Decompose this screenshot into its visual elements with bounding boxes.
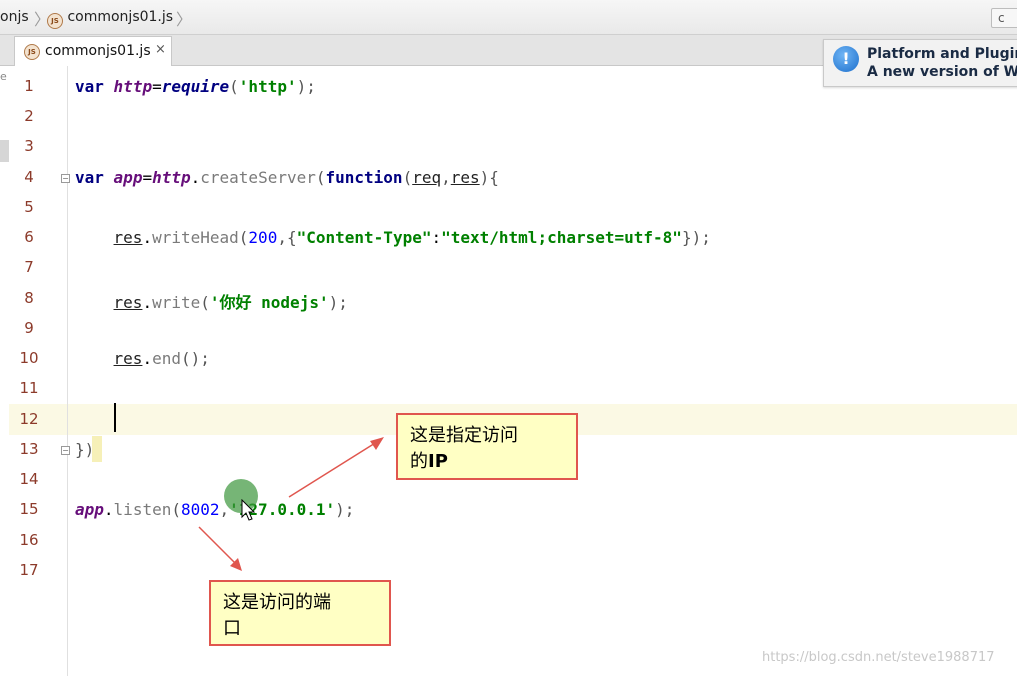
ip-annotation: 这是指定访问 的IP bbox=[396, 413, 578, 480]
port-annotation-line2: 口 bbox=[223, 618, 241, 639]
annotation-arrows bbox=[198, 437, 384, 571]
watermark: https://blog.csdn.net/steve1988717 bbox=[762, 650, 995, 665]
ip-annotation-line1: 这是指定访问 bbox=[410, 425, 518, 446]
port-annotation: 这是访问的端 口 bbox=[209, 580, 391, 646]
mouse-pointer-icon bbox=[241, 499, 256, 521]
port-annotation-line1: 这是访问的端 bbox=[223, 592, 331, 613]
arrowhead-ip bbox=[370, 437, 384, 450]
arrow-to-port bbox=[198, 526, 239, 567]
arrow-to-ip bbox=[288, 439, 381, 498]
ip-annotation-line2: 的IP bbox=[410, 451, 448, 472]
